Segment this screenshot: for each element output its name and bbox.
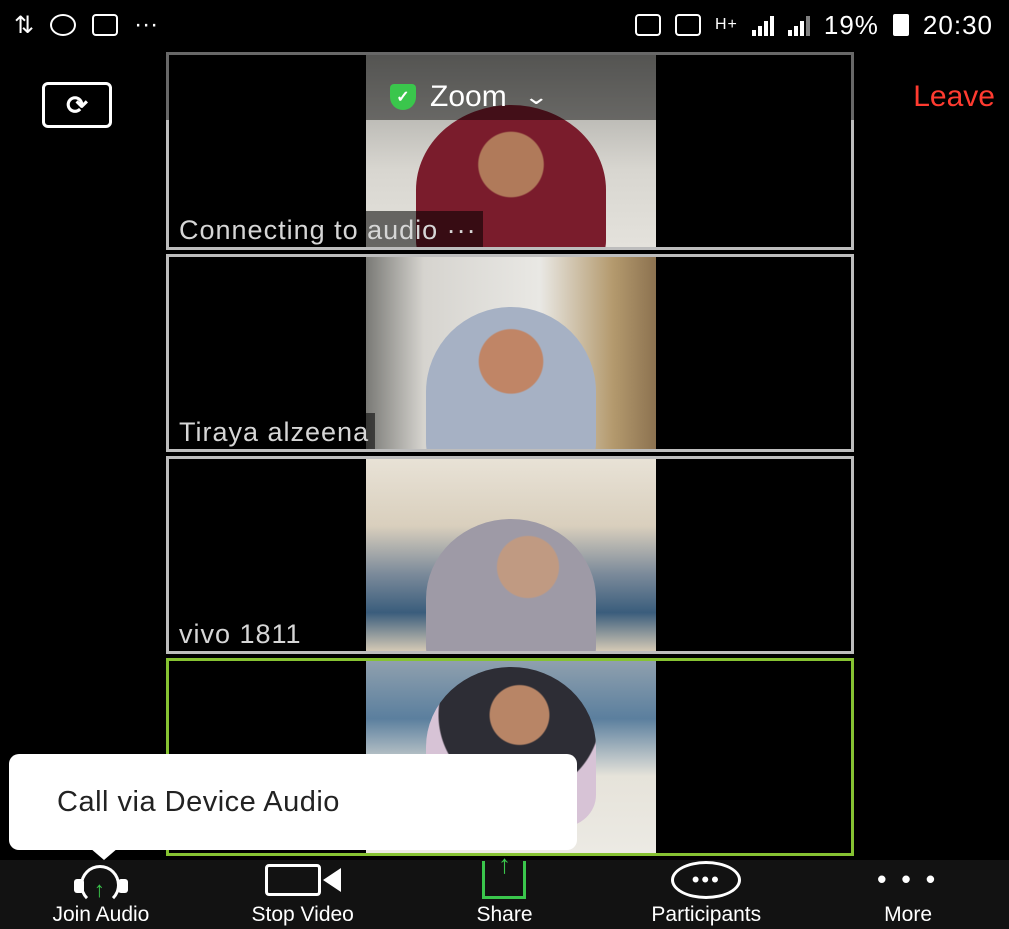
- headphones-icon: ↑: [66, 863, 136, 905]
- join-audio-button[interactable]: ↑ Join Audio: [0, 860, 202, 929]
- tooltip-pointer: [90, 848, 118, 860]
- video-camera-icon: [264, 860, 341, 899]
- shield-icon: ✓: [390, 84, 416, 110]
- more-dots-icon: • • •: [877, 864, 939, 894]
- video-tile-3[interactable]: vivo 1811: [166, 456, 854, 654]
- camera-switch-icon: ⟳: [66, 89, 88, 120]
- data-icon: H+: [714, 16, 738, 33]
- status-bar: ⇅ ··· H+ 19% 20:30: [0, 0, 1009, 50]
- meeting-title: Zoom: [430, 80, 507, 113]
- stop-video-label: Stop Video: [251, 903, 354, 926]
- participant-video: [366, 257, 656, 449]
- share-button[interactable]: ↑ Share: [404, 851, 606, 929]
- share-icon: ↑: [482, 851, 527, 899]
- stop-video-button[interactable]: Stop Video: [202, 860, 404, 929]
- clock: 20:30: [922, 9, 993, 40]
- participant-name: vivo 1811: [175, 615, 308, 651]
- more-label: More: [884, 903, 933, 926]
- chat-bubble-icon: •••: [671, 860, 742, 899]
- participant-image: [426, 519, 596, 651]
- tooltip-text: Call via Device Audio: [57, 785, 340, 818]
- notification-icons: ⇅ ···: [0, 11, 158, 40]
- system-icons: H+ 19% 20:30: [634, 9, 1009, 41]
- audio-tooltip[interactable]: Call via Device Audio: [9, 754, 577, 850]
- participant-name: Connecting to audio ···: [175, 211, 483, 247]
- whatsapp-icon: [50, 14, 77, 36]
- video-tile-2[interactable]: Tiraya alzeena: [166, 254, 854, 452]
- participant-name: Tiraya alzeena: [175, 413, 376, 449]
- battery-percent: 19%: [823, 9, 879, 40]
- more-notifications-icon: ···: [134, 11, 159, 38]
- leave-button[interactable]: Leave: [913, 80, 995, 114]
- participants-button[interactable]: ••• Participants: [605, 860, 807, 929]
- screenshot-icon: [634, 14, 661, 36]
- participant-video: [366, 459, 656, 651]
- participants-label: Participants: [651, 903, 762, 926]
- join-audio-label: Join Audio: [52, 903, 150, 926]
- meeting-toolbar: ↑ Join Audio Stop Video ↑ Share ••• Part…: [0, 851, 1009, 929]
- vpn-icon: [674, 14, 701, 36]
- message-icon: [92, 14, 119, 36]
- meeting-title-dropdown[interactable]: ✓ Zoom ⌄: [390, 80, 549, 114]
- signal-icon-2: [787, 14, 810, 36]
- switch-camera-button[interactable]: ⟳: [42, 82, 112, 128]
- more-button[interactable]: • • • More: [807, 860, 1009, 929]
- chevron-down-icon: ⌄: [523, 84, 549, 109]
- meeting-top-bar: ⟳ ✓ Zoom ⌄ Leave: [0, 50, 1009, 128]
- participant-image: [426, 307, 596, 449]
- share-label: Share: [476, 903, 533, 926]
- battery-icon: [892, 14, 909, 36]
- signal-icon: [751, 14, 774, 36]
- usb-icon: ⇅: [14, 11, 35, 39]
